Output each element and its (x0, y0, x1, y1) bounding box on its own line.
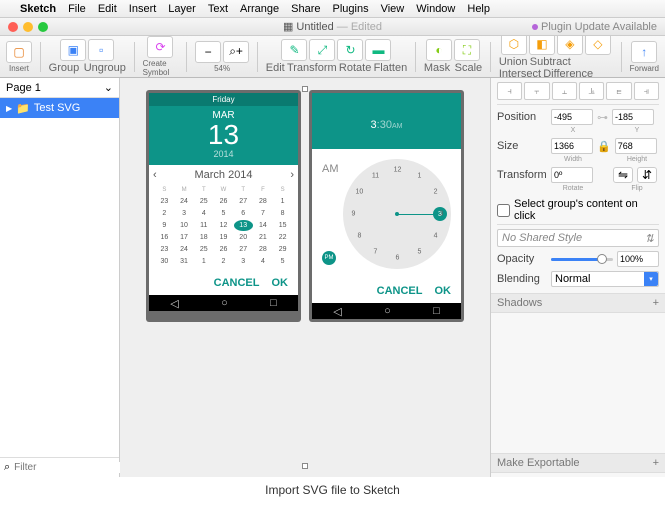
clock-face: 3 121234567891011 (343, 159, 452, 269)
width-input[interactable] (551, 138, 593, 154)
cancel-button: CANCEL (377, 285, 423, 297)
intersect-button[interactable]: ◈ (557, 33, 583, 55)
android-navbar: ◁ ○ □ (149, 295, 298, 311)
align-right-button[interactable]: ⫠ (552, 82, 577, 100)
layers-panel: Page 1⌄ ▶ 📁 Test SVG ⌕ ◫ 0 (0, 78, 120, 477)
zoom-in-button[interactable]: ⌕+ (223, 41, 249, 63)
align-vcenter-button[interactable]: ⫢ (606, 82, 631, 100)
home-icon: ○ (221, 297, 228, 309)
scale-button[interactable]: ⛶ (454, 39, 480, 61)
prev-month-icon: ‹ (153, 169, 157, 181)
menu-sketch[interactable]: Sketch (20, 3, 56, 15)
back-icon: ◁ (170, 297, 178, 310)
rotate-button[interactable]: ↻ (337, 39, 363, 61)
height-input[interactable] (615, 138, 657, 154)
mask-button[interactable]: ◐ (426, 39, 452, 61)
select-content-checkbox[interactable] (497, 204, 510, 217)
align-hcenter-button[interactable]: ⫟ (524, 82, 549, 100)
subtract-button[interactable]: ◧ (529, 33, 555, 55)
forward-button[interactable]: ↑ (631, 41, 657, 63)
create-symbol-button[interactable]: ⟳ (147, 36, 173, 58)
menu-edit[interactable]: Edit (98, 3, 117, 15)
flip-v-button[interactable]: ⇵ (637, 167, 657, 183)
link-icon[interactable]: ⊶ (597, 111, 608, 124)
pos-x-input[interactable] (551, 109, 593, 125)
android-navbar: ◁ ○ □ (312, 303, 461, 319)
selection-handle[interactable] (302, 463, 308, 469)
add-icon[interactable]: + (653, 457, 659, 469)
align-top-button[interactable]: ⫡ (579, 82, 604, 100)
shared-style-select[interactable]: No Shared Style⇅ (497, 229, 659, 247)
plugin-dot-icon (532, 24, 538, 30)
cancel-button: CANCEL (214, 277, 260, 289)
recent-icon: □ (433, 305, 440, 317)
window-titlebar: ▦ Untitled — Edited Plugin Update Availa… (0, 18, 665, 36)
page-selector[interactable]: Page 1⌄ (0, 78, 119, 98)
next-month-icon: › (290, 169, 294, 181)
ok-button: OK (272, 277, 289, 289)
align-left-button[interactable]: ⫞ (497, 82, 522, 100)
menu-help[interactable]: Help (467, 3, 490, 15)
window-title: Untitled (296, 21, 333, 33)
toolbar: ▢Insert ▣ ▫ Group Ungroup ⟳Create Symbol… (0, 36, 665, 78)
group-button[interactable]: ▣ (60, 39, 86, 61)
recent-icon: □ (270, 297, 277, 309)
menubar: Sketch File Edit Insert Layer Text Arran… (0, 0, 665, 18)
zoom-icon[interactable] (38, 22, 48, 32)
canvas[interactable]: Friday MAR 13 2014 ‹March 2014› SMTWTFS2… (120, 78, 490, 477)
close-icon[interactable] (8, 22, 18, 32)
menu-view[interactable]: View (381, 3, 405, 15)
expand-arrow-icon[interactable]: ▶ (6, 104, 12, 113)
ok-button: OK (435, 285, 452, 297)
opacity-slider[interactable] (551, 258, 613, 261)
doc-icon: ▦ (283, 21, 296, 33)
caption: Import SVG file to Sketch (0, 477, 665, 503)
zoom-out-button[interactable]: − (195, 41, 221, 63)
zoom-value: 54% (214, 64, 230, 73)
flatten-button[interactable]: ▬ (365, 39, 391, 61)
blending-select[interactable]: Normal (551, 271, 659, 287)
opacity-input[interactable] (617, 251, 659, 267)
edit-button[interactable]: ✎ (281, 39, 307, 61)
rotate-input[interactable] (551, 167, 593, 183)
add-icon[interactable]: + (653, 297, 659, 309)
minimize-icon[interactable] (23, 22, 33, 32)
pos-y-input[interactable] (612, 109, 654, 125)
date-picker-artboard[interactable]: Friday MAR 13 2014 ‹March 2014› SMTWTFS2… (146, 90, 301, 322)
folder-icon: 📁 (16, 102, 30, 115)
shadows-section[interactable]: Shadows+ (491, 293, 665, 313)
search-icon: ⌕ (4, 461, 10, 474)
layer-item[interactable]: ▶ 📁 Test SVG (0, 98, 119, 118)
selection-handle[interactable] (302, 86, 308, 92)
menu-layer[interactable]: Layer (168, 3, 196, 15)
plugin-update-badge[interactable]: Plugin Update Available (532, 21, 657, 33)
home-icon: ○ (384, 305, 391, 317)
menu-text[interactable]: Text (208, 3, 228, 15)
menu-plugins[interactable]: Plugins (333, 3, 369, 15)
chevron-down-icon: ⌄ (104, 81, 113, 94)
menu-insert[interactable]: Insert (129, 3, 157, 15)
time-picker-artboard[interactable]: 3:30AM AMPM 3 121234567891011 CANCELOK ◁… (309, 90, 464, 322)
menu-window[interactable]: Window (416, 3, 455, 15)
menu-file[interactable]: File (68, 3, 86, 15)
difference-button[interactable]: ◇ (585, 33, 611, 55)
inspector-panel: ⫞ ⫟ ⫠ ⫡ ⫢ ⫣ Position ⊶ XY Size 🔒 WidthHe… (490, 78, 665, 477)
union-button[interactable]: ⬡ (501, 33, 527, 55)
ungroup-button[interactable]: ▫ (88, 39, 114, 61)
align-bottom-button[interactable]: ⫣ (634, 82, 659, 100)
chevron-updown-icon: ⇅ (645, 232, 654, 245)
transform-button[interactable]: ⤢ (309, 39, 335, 61)
menu-share[interactable]: Share (291, 3, 320, 15)
menu-arrange[interactable]: Arrange (240, 3, 279, 15)
flip-h-button[interactable]: ⇋ (613, 167, 633, 183)
insert-button[interactable]: ▢ (6, 41, 32, 63)
back-icon: ◁ (333, 305, 341, 318)
edited-label: — Edited (337, 21, 382, 33)
export-section[interactable]: Make Exportable+ (491, 453, 665, 473)
lock-icon[interactable]: 🔒 (597, 140, 611, 153)
